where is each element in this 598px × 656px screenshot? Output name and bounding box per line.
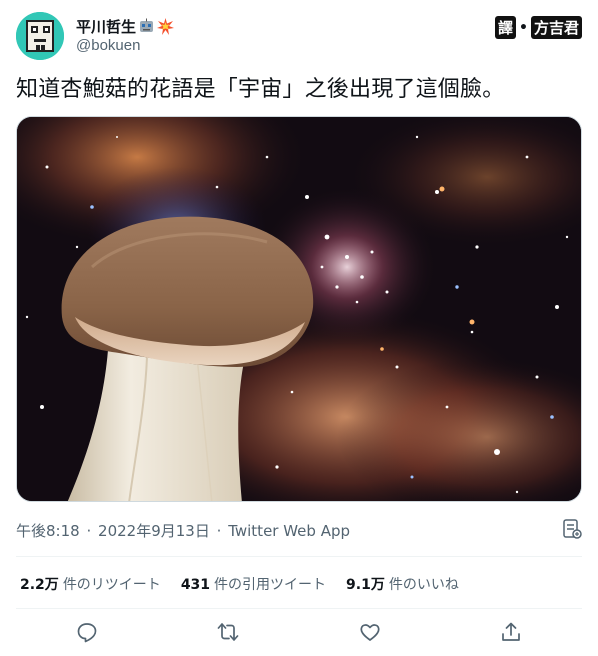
- divider-bottom: [16, 608, 582, 609]
- likes-label: 件のいいね: [388, 577, 459, 593]
- author-display-name[interactable]: 平川哲生: [76, 16, 175, 37]
- meta-separator-1: ·: [86, 522, 92, 540]
- share-icon: [502, 622, 521, 641]
- tweet-text: 知道杏鮑菇的花語是「宇宙」之後出現了這個臉。: [16, 77, 505, 102]
- avatar[interactable]: [16, 12, 64, 60]
- quotes-stat[interactable]: 431 件の引用ツイート: [181, 574, 326, 594]
- reply-icon: [77, 623, 97, 643]
- robot-emoji-icon: [138, 18, 155, 35]
- tweet-actions-bar: [16, 612, 582, 652]
- like-icon: [360, 624, 380, 641]
- quotes-label: 件の引用ツイート: [214, 577, 327, 593]
- share-button[interactable]: [493, 614, 529, 650]
- reply-button[interactable]: [69, 614, 105, 650]
- author-handle[interactable]: @bokuen: [76, 37, 140, 54]
- tweet-card: 平川哲生 @bokuen 譯 • 方吉君 知道杏鮑菇的花語是「宇宙」之後出現了這…: [0, 0, 598, 656]
- meta-separator-2: ·: [216, 522, 222, 540]
- analytics-icon[interactable]: [562, 518, 582, 540]
- mushroom-in-galaxy-image: [17, 117, 581, 501]
- translator-tag: 譯 • 方吉君: [495, 16, 582, 39]
- tweet-date[interactable]: 2022年9月13日: [98, 522, 210, 540]
- quotes-count: 431: [180, 577, 211, 593]
- retweet-button[interactable]: [210, 614, 246, 650]
- tweet-source-app: Twitter Web App: [228, 522, 351, 540]
- collision-emoji-icon: [157, 18, 175, 35]
- tweet-stats: 2.2万 件のリツイート 431 件の引用ツイート 9.1万 件のいいね: [20, 574, 459, 594]
- retweets-label: 件のリツイート: [62, 577, 161, 593]
- likes-stat[interactable]: 9.1万 件のいいね: [346, 574, 459, 594]
- divider-top: [16, 556, 582, 557]
- translator-tag-left: 譯: [495, 16, 517, 39]
- retweets-count: 2.2万: [20, 577, 59, 593]
- author-name-text: 平川哲生: [76, 18, 137, 36]
- retweet-icon: [217, 623, 239, 641]
- tweet-time[interactable]: 午後8:18: [16, 522, 80, 540]
- tweet-timestamp: 午後8:18 · 2022年9月13日 · Twitter Web App: [16, 520, 350, 541]
- likes-count: 9.1万: [346, 577, 385, 593]
- like-button[interactable]: [352, 614, 388, 650]
- translator-tag-right: 方吉君: [530, 16, 582, 39]
- retweets-stat[interactable]: 2.2万 件のリツイート: [20, 574, 161, 594]
- tweet-media-image[interactable]: [16, 116, 582, 502]
- translator-tag-separator: •: [519, 19, 528, 36]
